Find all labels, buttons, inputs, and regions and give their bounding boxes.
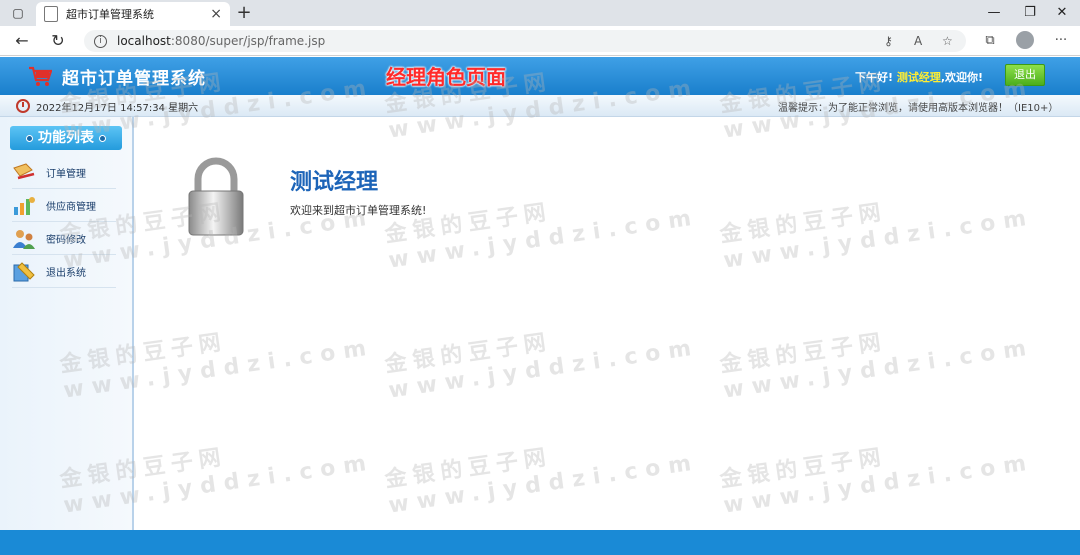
url-text: localhost:8080/super/jsp/frame.jsp bbox=[117, 34, 326, 48]
browser-tab[interactable]: 超市订单管理系统 × bbox=[36, 2, 230, 26]
tab-title: 超市订单管理系统 bbox=[66, 8, 154, 21]
key-icon[interactable]: ⚷ bbox=[884, 34, 893, 48]
close-tab-icon[interactable]: × bbox=[210, 6, 222, 22]
current-datetime: 2022年12月17日 14:57:34 星期六 bbox=[36, 103, 199, 114]
sidebar-item-exit[interactable]: 退出系统 bbox=[12, 256, 116, 288]
app-title: 超市订单管理系统 bbox=[62, 69, 206, 89]
supplier-icon bbox=[14, 196, 35, 215]
main-content: 测试经理 欢迎来到超市订单管理系统! bbox=[134, 117, 1080, 530]
more-menu-icon[interactable]: ··· bbox=[1050, 30, 1072, 52]
welcome-title: 测试经理 bbox=[290, 170, 379, 195]
footer-bar bbox=[0, 530, 1080, 555]
sidebar-item-password[interactable]: 密码修改 bbox=[12, 223, 116, 255]
logout-button[interactable]: 退出 bbox=[1005, 64, 1045, 86]
new-tab-button[interactable]: + bbox=[234, 2, 254, 24]
favorite-icon[interactable]: ☆ bbox=[942, 34, 953, 48]
bullet-icon bbox=[99, 134, 106, 142]
read-aloud-icon[interactable]: A bbox=[914, 34, 922, 48]
restore-icon[interactable]: ❐ bbox=[1012, 0, 1048, 26]
order-icon bbox=[13, 162, 35, 179]
bullet-icon bbox=[26, 134, 33, 142]
app-header: 超市订单管理系统 经理角色页面 下午好! 测试经理,欢迎你! 退出 bbox=[0, 57, 1080, 95]
tab-actions-icon[interactable]: ▢ bbox=[0, 0, 36, 26]
clock-icon bbox=[16, 99, 30, 113]
info-strip: 2022年12月17日 14:57:34 星期六 温馨提示：为了能正常浏览，请使… bbox=[0, 95, 1080, 117]
lock-icon bbox=[188, 157, 244, 236]
role-page-title: 经理角色页面 bbox=[386, 65, 506, 89]
sidebar-item-suppliers[interactable]: 供应商管理 bbox=[12, 190, 116, 222]
minimize-icon[interactable]: — bbox=[976, 0, 1012, 26]
site-info-icon[interactable]: i bbox=[94, 34, 107, 48]
profile-avatar[interactable] bbox=[1016, 31, 1034, 49]
page-favicon-icon bbox=[44, 6, 58, 22]
browser-tip: 温馨提示：为了能正常浏览，请使用高版本浏览器！（IE10+） bbox=[778, 103, 1059, 114]
menu-title: 功能列表 bbox=[10, 126, 122, 150]
back-icon[interactable]: ← bbox=[10, 29, 34, 53]
cart-icon bbox=[29, 66, 52, 86]
welcome-text: 欢迎来到超市订单管理系统! bbox=[290, 204, 427, 217]
sidebar: 功能列表 订单管理 供应商管理 密码修改 退出系统 bbox=[0, 117, 134, 530]
collections-icon[interactable]: ⧉ bbox=[979, 30, 1001, 52]
close-window-icon[interactable]: ✕ bbox=[1044, 0, 1080, 26]
address-bar: ← ↻ i localhost:8080/super/jsp/frame.jsp… bbox=[0, 26, 1080, 56]
sidebar-item-orders[interactable]: 订单管理 bbox=[12, 157, 116, 189]
password-icon bbox=[13, 229, 35, 249]
browser-tabbar: ▢ 超市订单管理系统 × + — ❐ ✕ bbox=[0, 0, 1080, 26]
url-field[interactable]: i localhost:8080/super/jsp/frame.jsp ⚷ A… bbox=[84, 30, 966, 52]
greeting: 下午好! 测试经理,欢迎你! bbox=[855, 71, 984, 84]
user-name: 测试经理 bbox=[896, 71, 941, 84]
refresh-icon[interactable]: ↻ bbox=[46, 29, 70, 53]
exit-icon bbox=[13, 261, 35, 281]
